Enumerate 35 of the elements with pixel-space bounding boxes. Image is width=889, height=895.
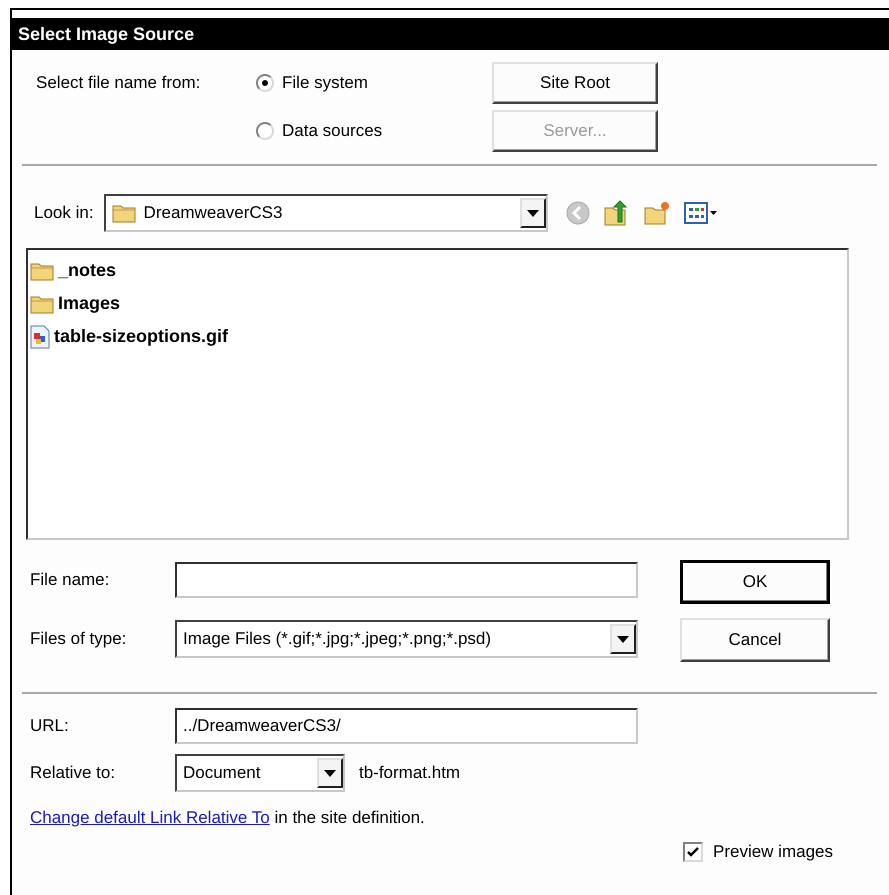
caret-icon xyxy=(526,210,539,216)
file-item[interactable]: Images xyxy=(30,287,845,320)
url-label: URL: xyxy=(30,716,70,736)
source-radio[interactable]: Data sources xyxy=(256,121,382,141)
folder-icon xyxy=(30,294,54,314)
caret-icon xyxy=(617,636,629,642)
relative-to-link[interactable]: Change default Link Relative To xyxy=(30,808,270,827)
image-file-icon xyxy=(30,324,50,348)
file-item[interactable]: _notes xyxy=(30,254,845,287)
dialog-button[interactable]: OK xyxy=(680,560,830,604)
document-filename: tb-format.htm xyxy=(359,763,460,783)
check-icon xyxy=(687,847,699,857)
new-folder-icon[interactable] xyxy=(644,201,670,225)
caret-icon xyxy=(324,770,336,776)
view-menu-icon[interactable] xyxy=(684,202,718,224)
look-in-dropdown[interactable]: DreamweaverCS3 xyxy=(104,194,548,232)
file-type-dropdown[interactable]: Image Files (*.gif;*.jpg;*.jpeg;*.png;*.psd) xyxy=(175,620,638,658)
file-name-field[interactable] xyxy=(175,562,638,598)
look-in-label: Look in: xyxy=(34,203,94,223)
folder-icon xyxy=(30,260,54,280)
dialog-button[interactable]: Site Root xyxy=(492,62,658,104)
relative-to-label: Relative to: xyxy=(30,763,116,783)
url-field[interactable]: ../DreamweaverCS3/ xyxy=(175,708,638,744)
window-title: Select Image Source xyxy=(12,18,889,50)
up-folder-icon[interactable] xyxy=(604,200,630,226)
file-type-label: Files of type: xyxy=(30,629,128,649)
source-label: Select file name from: xyxy=(36,73,202,93)
file-name-label: File name: xyxy=(30,570,110,590)
preview-checkbox[interactable]: Preview images xyxy=(683,842,833,862)
site-definition-note: Change default Link Relative To in the site definition. xyxy=(30,808,426,828)
dialog-button[interactable]: Cancel xyxy=(680,618,830,662)
source-radio[interactable]: File system xyxy=(256,73,368,93)
relative-to-dropdown[interactable]: Document xyxy=(175,754,345,792)
folder-icon xyxy=(112,203,136,223)
file-item[interactable]: table-sizeoptions.gif xyxy=(30,320,845,353)
